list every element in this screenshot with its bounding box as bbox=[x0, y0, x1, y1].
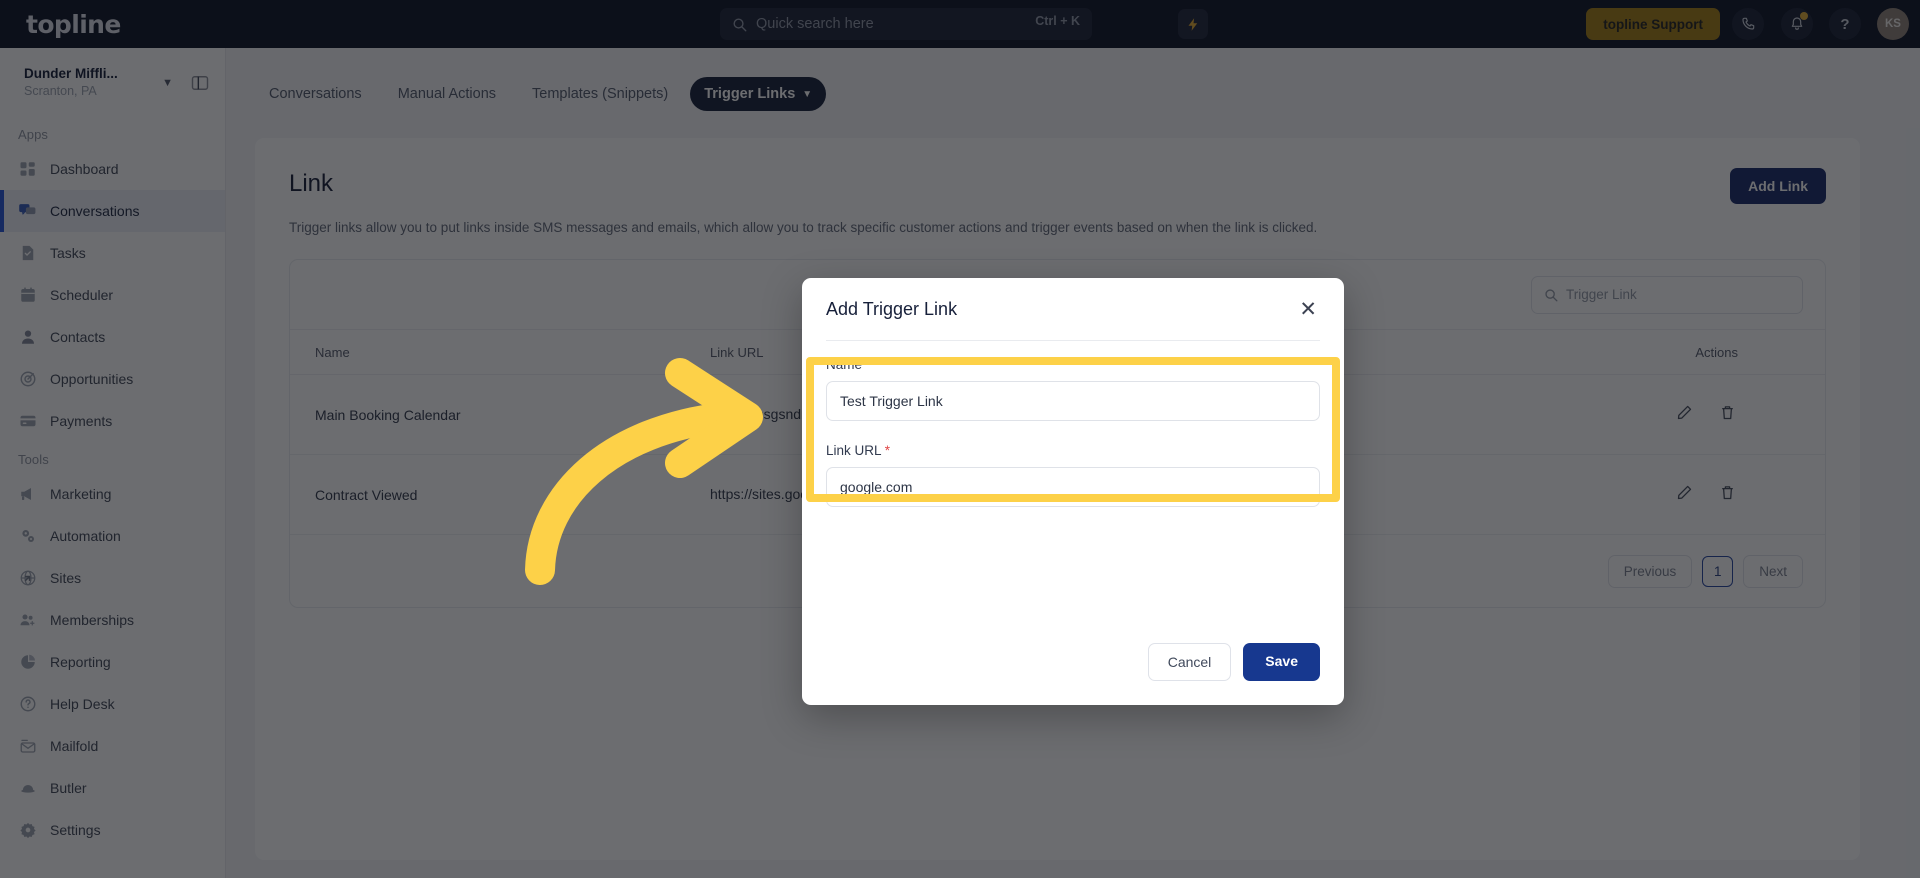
modal-title: Add Trigger Link bbox=[826, 298, 958, 319]
link-url-input[interactable]: google.com bbox=[826, 467, 1320, 507]
close-icon[interactable]: ✕ bbox=[1299, 299, 1317, 320]
link-url-field-label: Link URL * bbox=[826, 443, 1320, 458]
required-asterisk: * bbox=[884, 443, 891, 458]
modal-header: Add Trigger Link ✕ bbox=[802, 278, 1344, 340]
link-url-input-value: google.com bbox=[840, 479, 913, 495]
modal-body: Name * Test Trigger Link Link URL * goog… bbox=[802, 340, 1344, 507]
cancel-button[interactable]: Cancel bbox=[1147, 643, 1232, 681]
add-trigger-link-modal: Add Trigger Link ✕ Name * Test Trigger L… bbox=[802, 278, 1344, 705]
required-asterisk: * bbox=[865, 357, 872, 372]
modal-footer: Cancel Save bbox=[1147, 643, 1320, 681]
name-field-label: Name * bbox=[826, 357, 1320, 372]
arrow-annotation-icon bbox=[525, 358, 763, 585]
name-input-value: Test Trigger Link bbox=[840, 393, 943, 409]
modal-divider bbox=[826, 340, 1320, 341]
name-input[interactable]: Test Trigger Link bbox=[826, 381, 1320, 421]
save-button[interactable]: Save bbox=[1243, 643, 1320, 681]
